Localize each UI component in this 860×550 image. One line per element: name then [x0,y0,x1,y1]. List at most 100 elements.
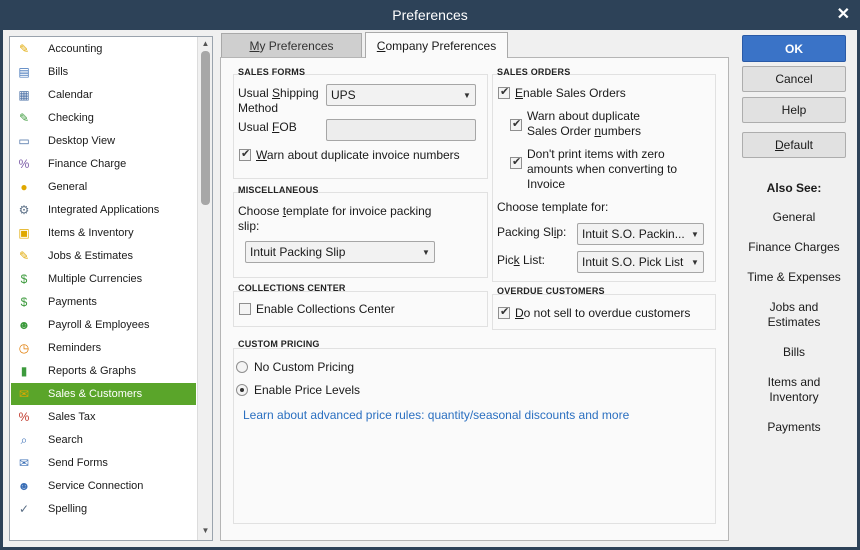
so-pick-list-value: Intuit S.O. Pick List [582,255,684,269]
chevron-down-icon: ▼ [691,229,699,239]
warn-duplicate-so-checkbox[interactable]: Warn about duplicate Sales Order numbers [510,109,641,139]
do-not-sell-overdue-checkbox[interactable]: Do not sell to overdue customers [498,305,691,321]
enable-price-levels-radio[interactable]: Enable Price Levels [236,383,360,397]
also-see-link-general[interactable]: General [736,210,852,225]
sales-tax-icon: % [18,410,30,424]
help-button[interactable]: Help [742,97,846,123]
sidebar-item-general[interactable]: ● General [11,176,196,198]
warn-so-line2-a: Sales Order [527,124,595,138]
checkbox-checked [498,85,510,99]
sidebar-item-label: Multiple Currencies [48,273,143,285]
scroll-thumb[interactable] [201,51,210,205]
enable-sales-orders-checkbox[interactable]: Enable Sales Orders [498,85,626,101]
so-packing-slip-select[interactable]: Intuit S.O. Packin... ▼ [577,223,704,245]
cancel-button[interactable]: Cancel [742,66,846,92]
packing-slip-template-label-line2: slip: [238,219,260,233]
misc-line1-a: Choose [238,204,283,218]
sidebar-item-reminders[interactable]: ◷ Reminders [11,337,196,359]
custom-pricing-heading: CUSTOM PRICING [238,339,320,349]
default-button[interactable]: Default [742,132,846,158]
sidebar-item-spelling[interactable]: ✓ Spelling [11,498,196,520]
enable-collections-center-label: Enable Collections Center [256,302,395,316]
enable-collections-center-checkbox[interactable]: Enable Collections Center [239,302,395,317]
dont-print-zero-items-checkbox[interactable]: Don't print items with zero amounts when… [510,147,677,192]
sidebar-item-finance-charge[interactable]: % Finance Charge [11,153,196,175]
scroll-up-icon[interactable]: ▲ [198,39,212,51]
so-pick-list-select[interactable]: Intuit S.O. Pick List ▼ [577,251,704,273]
sidebar-item-payroll-employees[interactable]: ☻ Payroll & Employees [11,314,196,336]
tab-my-preferences[interactable]: My Preferences [221,33,362,57]
invoice-packing-slip-select[interactable]: Intuit Packing Slip ▼ [245,241,435,263]
radio-selected [236,384,248,396]
finance-charge-icon: % [18,157,30,171]
sidebar-item-calendar[interactable]: ▦ Calendar [11,84,196,106]
also-see-link-finance-charges[interactable]: Finance Charges [736,240,852,255]
also-see-link-bills[interactable]: Bills [736,345,852,360]
no-custom-pricing-radio[interactable]: No Custom Pricing [236,360,354,374]
also-see-link-payments[interactable]: Payments [736,420,852,435]
sidebar-item-bills[interactable]: ▤ Bills [11,61,196,83]
warn-so-line2-b: umbers [601,124,642,138]
bills-icon: ▤ [18,65,30,79]
close-icon[interactable]: ✕ [837,4,850,24]
warn-duplicate-invoice-label: Warn about duplicate invoice numbers [256,148,460,163]
checkbox-checked [498,305,510,319]
sidebar-item-send-forms[interactable]: ✉ Send Forms [11,452,196,474]
chevron-down-icon: ▼ [691,257,699,267]
sidebar-item-payments[interactable]: $ Payments [11,291,196,313]
choose-template-label: Choose template for: [497,200,609,214]
sidebar-item-label: Integrated Applications [48,204,160,216]
sidebar-item-multiple-currencies[interactable]: $ Multiple Currencies [11,268,196,290]
sidebar-item-label: Bills [48,66,69,78]
sidebar-item-label: Jobs & Estimates [48,250,133,262]
reminders-icon: ◷ [18,341,30,355]
so-pick-a: Pic [497,253,514,267]
so-packing-slip-label: Packing Slip: [497,225,566,239]
so-pick-b: List: [519,253,546,267]
also-see-link-time-expenses[interactable]: Time & Expenses [736,270,852,285]
sidebar-scrollbar[interactable]: ▲ ▼ [197,37,212,540]
sales-orders-heading: SALES ORDERS [497,67,571,77]
send-forms-icon: ✉ [18,456,30,470]
desktop-view-icon: ▭ [18,134,30,148]
shipping-method-label: Usual Shipping [238,86,319,100]
items-inventory-icon: ▣ [18,226,30,240]
also-see-link-jobs-estimates[interactable]: Jobs and Estimates [736,300,852,330]
also-see-link-items-inventory[interactable]: Items and Inventory [736,375,852,405]
sidebar-item-sales-tax[interactable]: % Sales Tax [11,406,196,428]
preferences-category-list: ✎ Accounting ▤ Bills ▦ Calendar ✎ Checking ▭ Desk… [9,36,213,541]
accounting-icon: ✎ [18,42,30,56]
sidebar-item-reports-graphs[interactable]: ▮ Reports & Graphs [11,360,196,382]
sidebar-item-items-inventory[interactable]: ▣ Items & Inventory [11,222,196,244]
enable-so-hotkey: E [515,86,524,100]
shipping-label-hotkey: S [272,86,281,100]
payments-icon: $ [20,295,28,309]
scroll-down-icon[interactable]: ▼ [198,526,212,538]
tab-company-label: ompany Preferences [385,38,497,53]
fob-label-b: OB [279,120,297,134]
tab-company-preferences[interactable]: Company Preferences [365,32,508,58]
sidebar-item-integrated-applications[interactable]: ⚙ Integrated Applications [11,199,196,221]
sidebar-item-service-connection[interactable]: ☻ Service Connection [11,475,196,497]
learn-advanced-price-rules-link[interactable]: Learn about advanced price rules: quanti… [243,408,629,422]
ok-button[interactable]: OK [742,35,846,62]
preferences-window: Preferences ✕ ✎ Accounting ▤ Bills ▦ Calendar… [0,0,860,550]
reports-graphs-icon: ▮ [20,364,28,378]
warn-duplicate-invoice-checkbox[interactable]: Warn about duplicate invoice numbers [239,147,460,163]
warn-duplicate-so-label: Warn about duplicate Sales Order numbers [527,109,641,139]
fob-label: Usual FOB [238,120,297,134]
overdue-b: o not sell to overdue customers [523,306,691,320]
noprint-line3: Invoice [527,177,566,191]
chevron-down-icon: ▼ [422,247,430,257]
shipping-method-select[interactable]: UPS ▼ [326,84,476,106]
so-packing-slip-value: Intuit S.O. Packin... [582,227,685,241]
sidebar-item-sales-customers[interactable]: ✉ Sales & Customers [11,383,196,405]
noprint-line1: Don't print items with zero [527,147,665,161]
fob-input[interactable] [326,119,476,141]
sidebar-item-jobs-estimates[interactable]: ✎ Jobs & Estimates [11,245,196,267]
sidebar-item-desktop-view[interactable]: ▭ Desktop View [11,130,196,152]
sidebar-item-accounting[interactable]: ✎ Accounting [11,38,196,60]
sidebar-item-checking[interactable]: ✎ Checking [11,107,196,129]
sidebar-item-search[interactable]: ⌕ Search [11,429,196,451]
general-icon: ● [20,180,28,194]
